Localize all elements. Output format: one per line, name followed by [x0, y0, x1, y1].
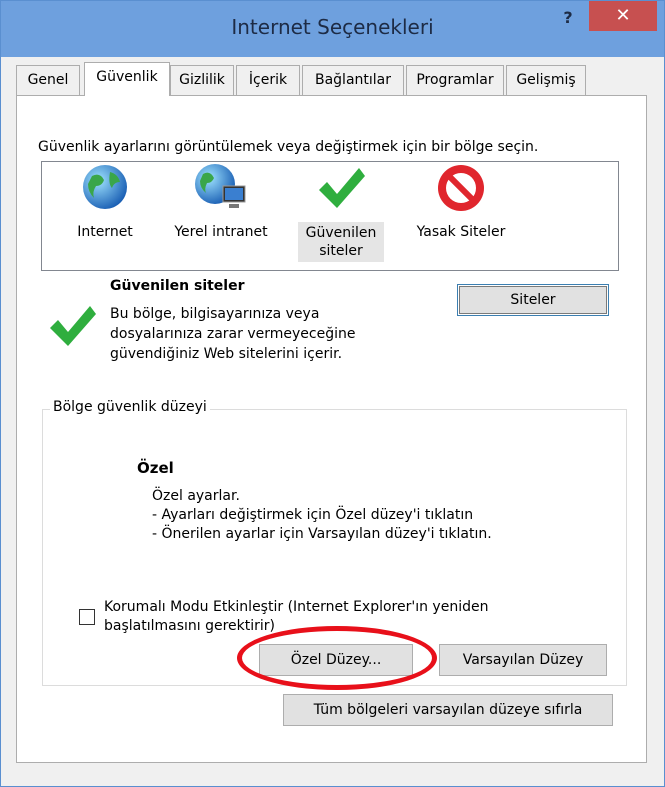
zone-trusted-sites[interactable]: Güvenilen siteler — [298, 162, 384, 262]
tab-gizlilik[interactable]: Gizlilik — [170, 65, 234, 95]
tab-gelismis[interactable]: Gelişmiş — [506, 65, 586, 95]
reset-all-zones-button[interactable]: Tüm bölgeleri varsayılan düzeye sıfırla — [283, 694, 613, 726]
zone-label: Yasak Siteler — [416, 224, 506, 240]
title-bar[interactable]: Internet Seçenekleri ? ✕ — [1, 1, 664, 57]
help-button[interactable]: ? — [554, 5, 582, 31]
desc-line: Bu bölge, bilgisayarınıza veya — [110, 306, 320, 322]
zone-instruction: Güvenlik ayarlarını görüntülemek veya de… — [38, 139, 539, 155]
selected-zone-check-icon — [46, 300, 98, 354]
tab-baglantilar[interactable]: Bağlantılar — [302, 65, 404, 95]
tab-programlar[interactable]: Programlar — [406, 65, 504, 95]
green-check-icon — [319, 168, 365, 208]
intranet-globe-icon — [195, 164, 246, 208]
zone-label-line1: Güvenilen — [305, 225, 377, 241]
desc-line: dosyalarınıza zarar vermeyeceğine — [110, 326, 356, 342]
zone-local-intranet[interactable]: Yerel intranet — [162, 162, 280, 240]
level-desc-line: - Önerilen ayarlar için Varsayılan düzey… — [152, 526, 492, 542]
level-title: Özel — [137, 459, 174, 477]
protected-mode-line: Korumalı Modu Etkinleştir (Internet Expl… — [104, 599, 489, 615]
zone-label-selected: Güvenilen siteler — [298, 222, 384, 262]
desc-line: güvendiğiniz Web sitelerini içerir. — [110, 346, 343, 362]
zone-label: Yerel intranet — [174, 224, 268, 240]
level-description: Özel ayarlar. - Ayarları değiştirmek içi… — [152, 487, 492, 544]
close-button[interactable]: ✕ — [589, 1, 657, 31]
zone-restricted-sites[interactable]: Yasak Siteler — [402, 162, 520, 240]
zone-internet[interactable]: Internet — [66, 162, 144, 240]
globe-icon — [83, 165, 127, 209]
zone-label-line2: siteler — [319, 243, 363, 259]
level-desc-line: Özel ayarlar. — [152, 488, 240, 504]
level-desc-line: - Ayarları değiştirmek için Özel düzey'i… — [152, 507, 474, 523]
zone-label: Internet — [77, 224, 133, 240]
security-level-group-title: Bölge güvenlik düzeyi — [50, 399, 210, 415]
highlight-ellipse — [237, 626, 437, 690]
tab-icerik[interactable]: İçerik — [236, 65, 300, 95]
selected-zone-title: Güvenilen siteler — [110, 278, 245, 294]
default-level-button[interactable]: Varsayılan Düzey — [439, 644, 607, 676]
tab-guvenlik[interactable]: Güvenlik — [84, 62, 170, 96]
selected-zone-description: Bu bölge, bilgisayarınıza veya dosyaları… — [110, 304, 355, 364]
tab-genel[interactable]: Genel — [16, 65, 80, 95]
restricted-icon — [438, 165, 484, 211]
protected-mode-checkbox[interactable] — [79, 609, 95, 625]
sites-button[interactable]: Siteler — [457, 284, 609, 316]
